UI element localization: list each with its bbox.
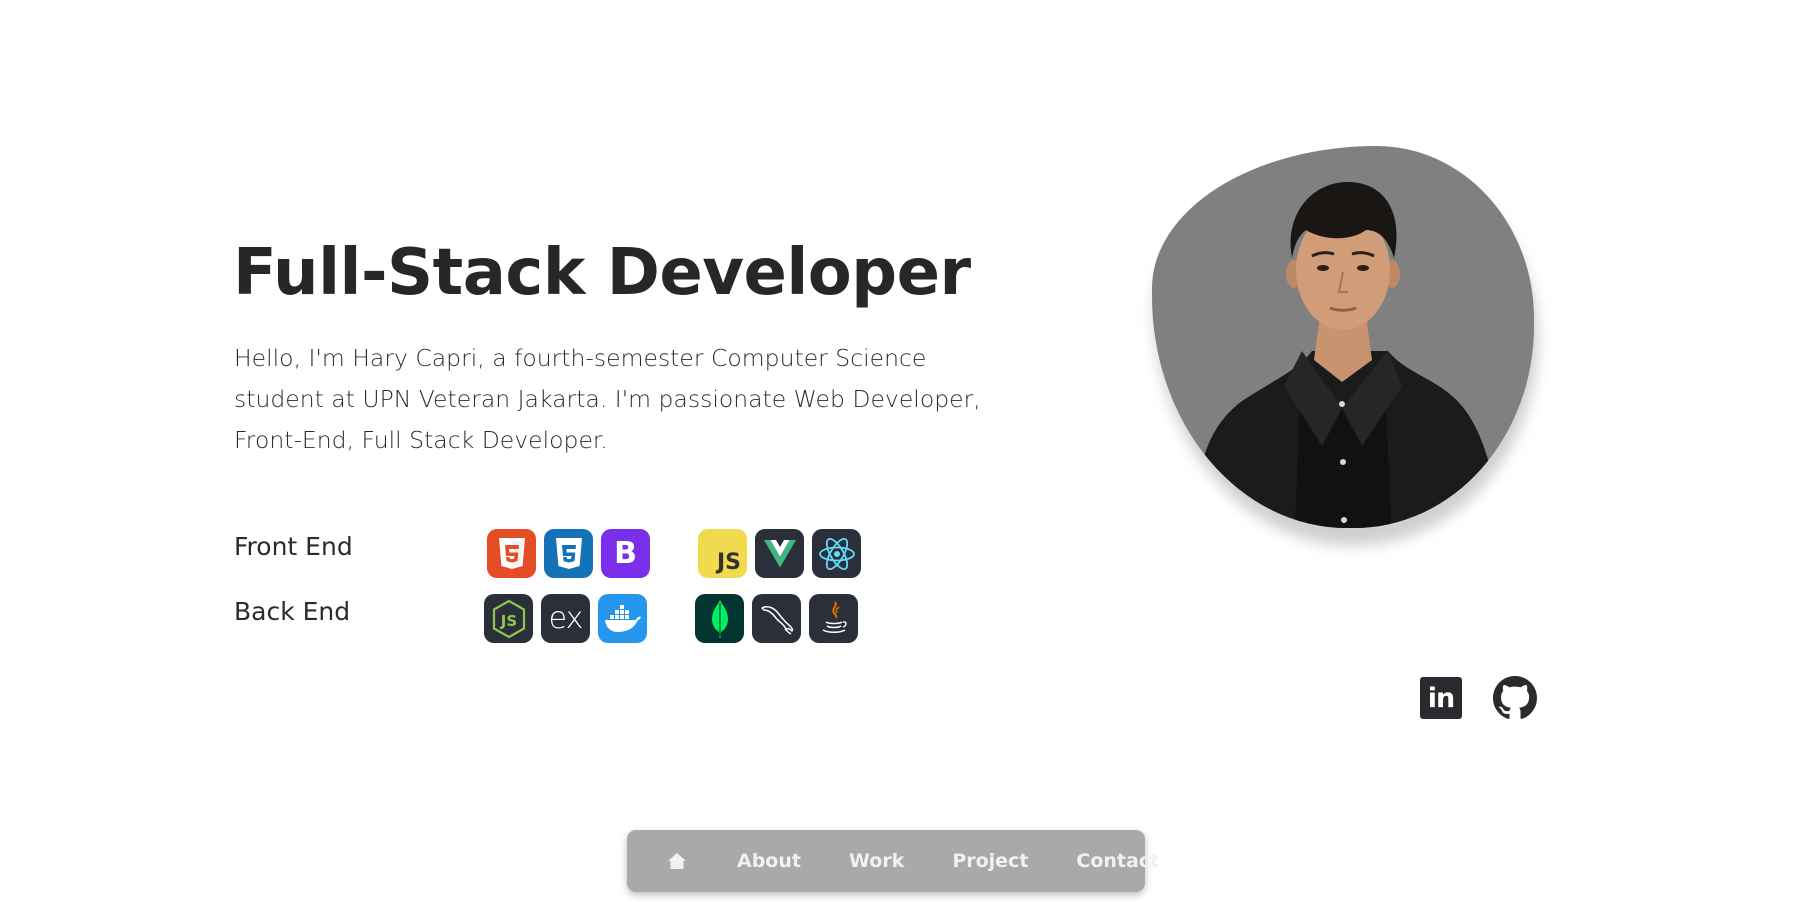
profile-photo-wrapper: [1148, 146, 1538, 546]
back-end-label: Back End: [234, 597, 351, 626]
bootstrap-letter: B: [614, 536, 637, 571]
nav-contact[interactable]: Contact: [1076, 850, 1159, 872]
express-letters: ex: [548, 601, 584, 636]
html5-icon: [487, 529, 536, 578]
java-icon: [809, 594, 858, 643]
nav-home-button[interactable]: [667, 852, 687, 870]
linkedin-letters: in: [1427, 682, 1456, 714]
hero-intro: Hello, I'm Hary Capri, a fourth-semester…: [234, 344, 981, 454]
express-icon: ex: [541, 594, 590, 643]
home-icon: [668, 853, 686, 869]
bootstrap-icon: B: [601, 529, 650, 578]
css3-icon: [544, 529, 593, 578]
linkedin-icon: in: [1420, 677, 1462, 719]
back-end-icons: JS ex: [484, 594, 858, 643]
mongodb-icon: [695, 594, 744, 643]
front-end-label: Front End: [234, 532, 353, 561]
nodejs-icon: JS: [484, 594, 533, 643]
bottom-navbar: About Work Project Contact: [627, 830, 1159, 892]
nav-work[interactable]: Work: [849, 850, 904, 872]
nodejs-letters: JS: [499, 612, 516, 630]
nav-about[interactable]: About: [737, 850, 801, 872]
linkedin-link[interactable]: in: [1419, 676, 1463, 720]
javascript-letters: JS: [716, 550, 741, 575]
hero-title: Full-Stack Developer: [233, 236, 971, 310]
react-icon: [812, 529, 861, 578]
docker-icon: [598, 594, 647, 643]
github-icon: [1493, 676, 1537, 719]
vue-icon: [755, 529, 804, 578]
mysql-icon: [752, 594, 801, 643]
page: Full-Stack Developer Hello, I'm Hary Cap…: [0, 0, 1807, 902]
nav-project[interactable]: Project: [952, 850, 1028, 872]
front-end-icons: B JS: [487, 529, 861, 578]
javascript-icon: JS: [698, 529, 747, 578]
github-link[interactable]: [1493, 676, 1537, 720]
